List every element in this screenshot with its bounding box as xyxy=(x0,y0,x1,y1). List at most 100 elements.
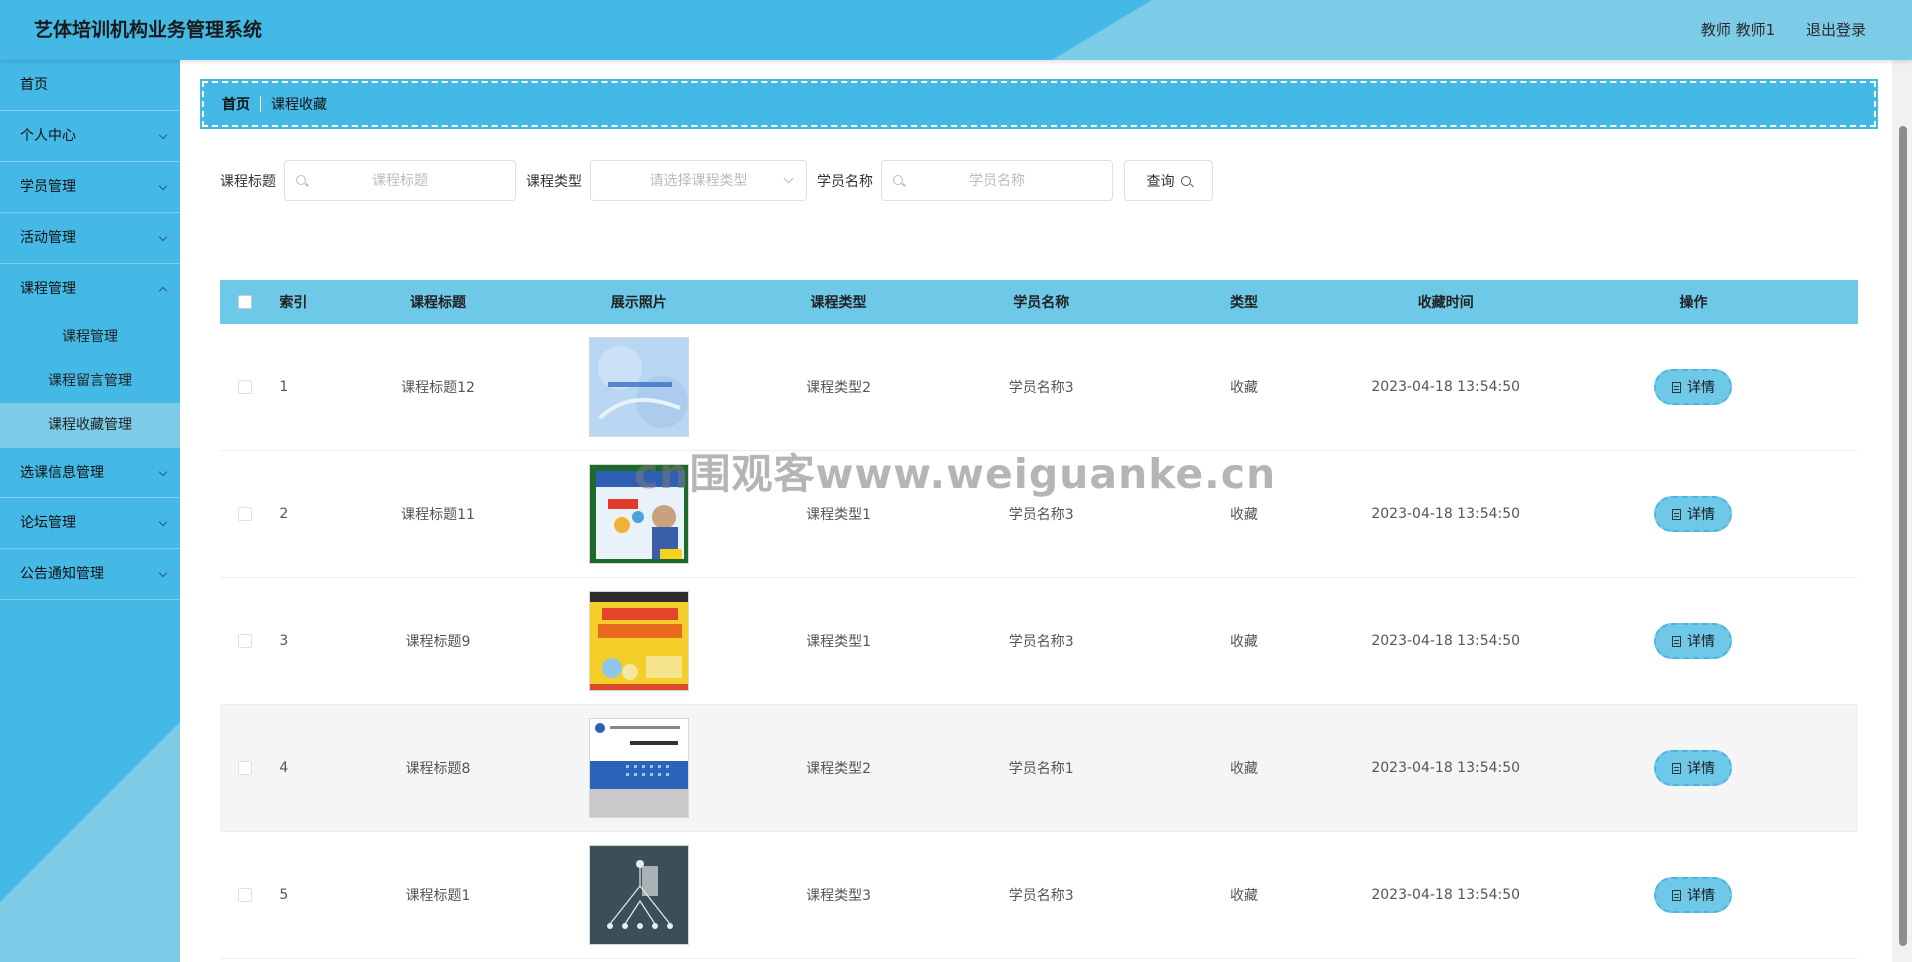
main-content: 首页 课程收藏 课程标题 课程类型 学员名称 查询 索引 课程标题 展示照片 xyxy=(180,60,1892,962)
row-type: 课程类型1 xyxy=(806,634,872,650)
select-all-checkbox[interactable] xyxy=(237,295,252,309)
course-photo xyxy=(588,464,689,564)
row-time: 2023-04-18 13:54:50 xyxy=(1371,760,1521,776)
row-check-cell xyxy=(230,888,259,902)
row-title: 课程标题11 xyxy=(401,507,475,523)
row-time: 2023-04-18 13:54:50 xyxy=(1371,633,1521,649)
row-photo-cell xyxy=(558,718,721,818)
row-type: 课程类型2 xyxy=(806,380,872,396)
detail-button[interactable]: 详情 xyxy=(1654,877,1733,913)
submenu-item-course-favorites[interactable]: 课程收藏管理 xyxy=(0,403,180,447)
search-icon xyxy=(893,175,903,185)
detail-button[interactable]: 详情 xyxy=(1654,623,1733,659)
row-type: 课程类型2 xyxy=(806,761,872,777)
detail-button[interactable]: 详情 xyxy=(1654,496,1733,532)
column-header-title: 课程标题 xyxy=(410,295,467,311)
query-button[interactable]: 查询 xyxy=(1124,160,1213,201)
chevron-down-icon xyxy=(158,467,168,477)
row-title: 课程标题1 xyxy=(405,888,471,904)
row-title: 课程标题8 xyxy=(405,761,471,777)
sidebar-item-notice-management[interactable]: 公告通知管理 xyxy=(0,549,180,600)
scrollbar[interactable] xyxy=(1892,60,1912,962)
student-name-field xyxy=(881,160,1113,201)
course-type-label: 课程类型 xyxy=(526,173,582,190)
row-check-cell xyxy=(230,380,259,394)
chevron-down-icon xyxy=(158,517,168,527)
row-checkbox[interactable] xyxy=(237,761,252,775)
row-kind: 收藏 xyxy=(1229,634,1258,650)
chevron-up-icon xyxy=(158,286,168,296)
document-icon xyxy=(1671,889,1681,901)
column-header-photo: 展示照片 xyxy=(610,295,667,311)
sidebar-decoration xyxy=(0,722,180,962)
sidebar-item-forum-management[interactable]: 论坛管理 xyxy=(0,498,180,549)
row-index: 4 xyxy=(279,760,289,776)
sidebar-item-label: 首页 xyxy=(20,77,48,93)
row-action-cell: 详情 xyxy=(1529,750,1858,786)
sidebar-item-label: 学员管理 xyxy=(20,179,76,195)
detail-button[interactable]: 详情 xyxy=(1654,369,1733,405)
row-kind: 收藏 xyxy=(1229,761,1258,777)
sidebar-item-label: 活动管理 xyxy=(20,230,76,246)
row-student: 学员名称1 xyxy=(1008,761,1074,777)
course-type-select[interactable] xyxy=(590,160,807,201)
scrollbar-thumb[interactable] xyxy=(1899,126,1907,946)
document-icon xyxy=(1671,762,1681,774)
breadcrumb-home[interactable]: 首页 xyxy=(222,94,250,114)
row-index: 3 xyxy=(279,633,289,649)
chevron-down-icon xyxy=(158,130,168,140)
sidebar-item-activity-management[interactable]: 活动管理 xyxy=(0,213,180,264)
top-header: 艺体培训机构业务管理系统 教师 教师1 退出登录 xyxy=(0,0,1912,60)
row-student: 学员名称3 xyxy=(1008,507,1074,523)
table-header: 索引 课程标题 展示照片 课程类型 学员名称 类型 收藏时间 操作 xyxy=(220,280,1858,324)
row-type: 课程类型3 xyxy=(806,888,872,904)
app-title: 艺体培训机构业务管理系统 xyxy=(34,19,263,41)
row-student: 学员名称3 xyxy=(1008,634,1074,650)
row-time: 2023-04-18 13:54:50 xyxy=(1371,379,1521,395)
column-header-index: 索引 xyxy=(279,295,308,311)
row-photo-cell xyxy=(558,591,721,691)
row-title: 课程标题12 xyxy=(401,380,475,396)
document-icon xyxy=(1671,635,1681,647)
submenu-item-course-list[interactable]: 课程管理 xyxy=(0,315,180,359)
row-index: 2 xyxy=(279,506,289,522)
table-row: 4 课程标题8 课程类型2 学员名称1 收藏 2023-04-18 13:54:… xyxy=(220,705,1858,832)
row-checkbox[interactable] xyxy=(237,634,252,648)
table-row: 2 课程标题11 课程类型1 学员名称3 收藏 2023-04-18 13:54… xyxy=(220,451,1858,578)
row-check-cell xyxy=(230,634,259,648)
row-checkbox[interactable] xyxy=(237,888,252,902)
sidebar-item-label: 个人中心 xyxy=(20,128,76,144)
row-action-cell: 详情 xyxy=(1529,623,1858,659)
sidebar-item-course-management[interactable]: 课程管理 xyxy=(0,264,180,315)
table-row: 5 课程标题1 课程类型3 学员名称3 收藏 2023-04-18 13:54:… xyxy=(220,832,1858,959)
document-icon xyxy=(1671,508,1681,520)
row-checkbox[interactable] xyxy=(237,507,252,521)
sidebar: 首页 个人中心 学员管理 活动管理 课程管理 课程管理 课程留言管理 课程收藏管… xyxy=(0,60,180,962)
sidebar-item-home[interactable]: 首页 xyxy=(0,60,180,111)
logout-link[interactable]: 退出登录 xyxy=(1806,21,1866,39)
row-time: 2023-04-18 13:54:50 xyxy=(1371,887,1521,903)
sidebar-item-student-management[interactable]: 学员管理 xyxy=(0,162,180,213)
submenu-item-course-comments[interactable]: 课程留言管理 xyxy=(0,359,180,403)
detail-button-label: 详情 xyxy=(1686,888,1715,904)
course-photo xyxy=(588,718,689,818)
sidebar-item-enrollment-management[interactable]: 选课信息管理 xyxy=(0,447,180,498)
row-check-cell xyxy=(230,761,259,775)
row-student: 学员名称3 xyxy=(1008,888,1074,904)
course-title-field xyxy=(284,160,516,201)
column-header-time: 收藏时间 xyxy=(1417,295,1474,311)
row-action-cell: 详情 xyxy=(1529,369,1858,405)
sidebar-item-personal-center[interactable]: 个人中心 xyxy=(0,111,180,162)
search-bar: 课程标题 课程类型 学员名称 查询 xyxy=(220,160,1213,201)
row-checkbox[interactable] xyxy=(237,380,252,394)
course-type-input[interactable] xyxy=(591,161,806,200)
row-photo-cell xyxy=(558,337,721,437)
course-photo xyxy=(588,591,689,691)
course-photo xyxy=(588,337,689,437)
detail-button[interactable]: 详情 xyxy=(1654,750,1733,786)
column-header-kind: 类型 xyxy=(1229,295,1258,311)
sidebar-item-label: 论坛管理 xyxy=(20,515,76,531)
course-title-input[interactable] xyxy=(285,161,515,200)
search-icon xyxy=(1180,175,1191,186)
student-name-input[interactable] xyxy=(882,161,1112,200)
